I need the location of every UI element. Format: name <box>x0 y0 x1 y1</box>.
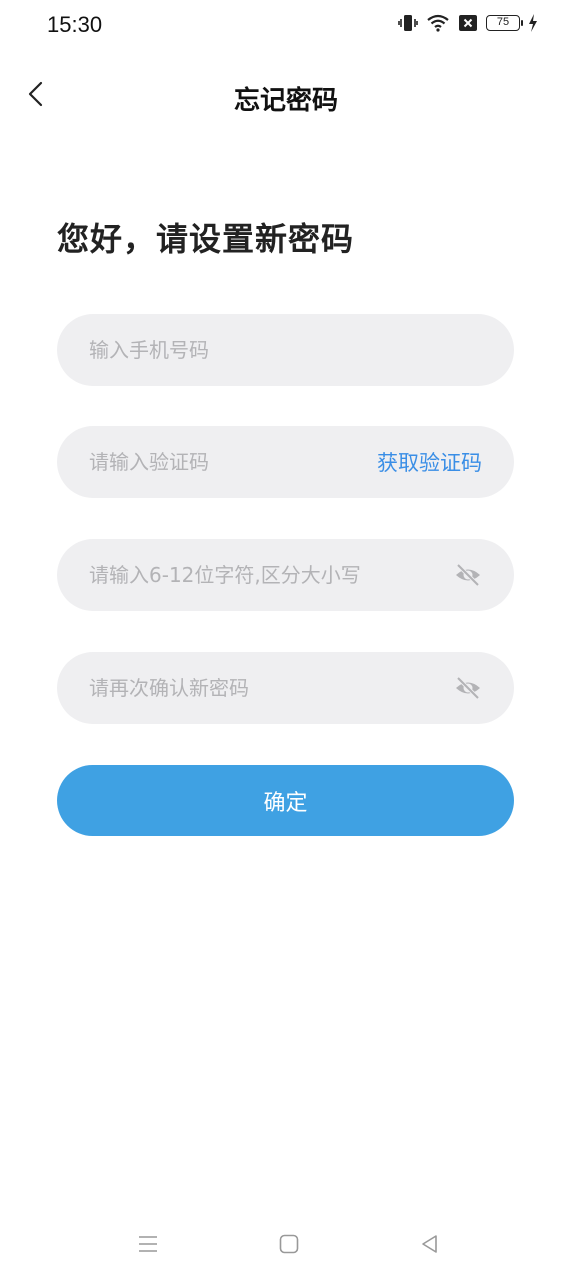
status-bar: 15:30 75 <box>0 0 572 50</box>
confirm-password-input[interactable] <box>89 676 454 700</box>
phone-input[interactable] <box>89 338 482 362</box>
phone-field <box>57 314 514 386</box>
battery-icon: 75 <box>486 15 523 31</box>
menu-icon[interactable] <box>128 1222 168 1266</box>
eye-off-icon[interactable] <box>454 561 482 589</box>
confirm-password-field <box>57 652 514 724</box>
eye-off-icon[interactable] <box>454 674 482 702</box>
charging-icon <box>528 14 538 32</box>
code-field: 获取验证码 <box>57 426 514 498</box>
wifi-icon <box>426 14 450 32</box>
get-code-button[interactable]: 获取验证码 <box>377 447 482 477</box>
vibrate-icon <box>398 14 418 32</box>
system-nav-bar <box>0 1222 572 1266</box>
sim-error-icon <box>458 14 478 32</box>
confirm-button[interactable]: 确定 <box>57 765 514 836</box>
password-field <box>57 539 514 611</box>
home-icon[interactable] <box>269 1222 309 1266</box>
form-heading: 您好，请设置新密码 <box>57 220 355 258</box>
back-triangle-icon[interactable] <box>410 1222 450 1266</box>
verification-code-input[interactable] <box>89 450 377 474</box>
nav-bar: 忘记密码 <box>0 60 572 132</box>
page-title: 忘记密码 <box>233 86 338 116</box>
status-icons: 75 <box>398 14 538 32</box>
status-time: 15:30 <box>47 12 103 37</box>
new-password-input[interactable] <box>89 563 454 587</box>
